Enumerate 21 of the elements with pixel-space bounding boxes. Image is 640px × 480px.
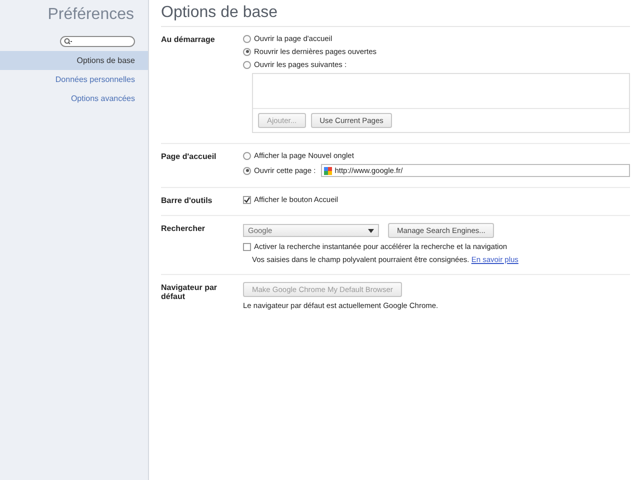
radio-button[interactable] xyxy=(243,166,251,174)
sidebar-item[interactable]: Données personnelles xyxy=(0,70,148,89)
checkbox[interactable] xyxy=(243,196,251,204)
checkbox[interactable] xyxy=(243,242,251,250)
sidebar-item[interactable]: Options avancées xyxy=(0,89,148,108)
search-field[interactable] xyxy=(60,36,135,47)
section-label: Au démarrage xyxy=(161,34,216,46)
favicon-icon xyxy=(324,166,332,174)
caret-icon xyxy=(368,228,374,232)
section-label: Navigateur par défaut xyxy=(161,282,218,303)
sidebar-title: Préférences xyxy=(46,6,135,25)
section-label: Rechercher xyxy=(161,223,206,235)
search-icon xyxy=(64,38,72,45)
radio-button[interactable] xyxy=(243,152,251,160)
page-title: Options de base xyxy=(161,3,630,27)
sidebar-item[interactable]: Options de base xyxy=(0,51,148,70)
radio-button[interactable] xyxy=(243,48,251,56)
radio-button[interactable] xyxy=(243,60,251,68)
section-label: Page d'accueil xyxy=(161,151,218,163)
section-label: Barre d'outils xyxy=(161,195,214,205)
radio-button[interactable] xyxy=(243,34,251,42)
